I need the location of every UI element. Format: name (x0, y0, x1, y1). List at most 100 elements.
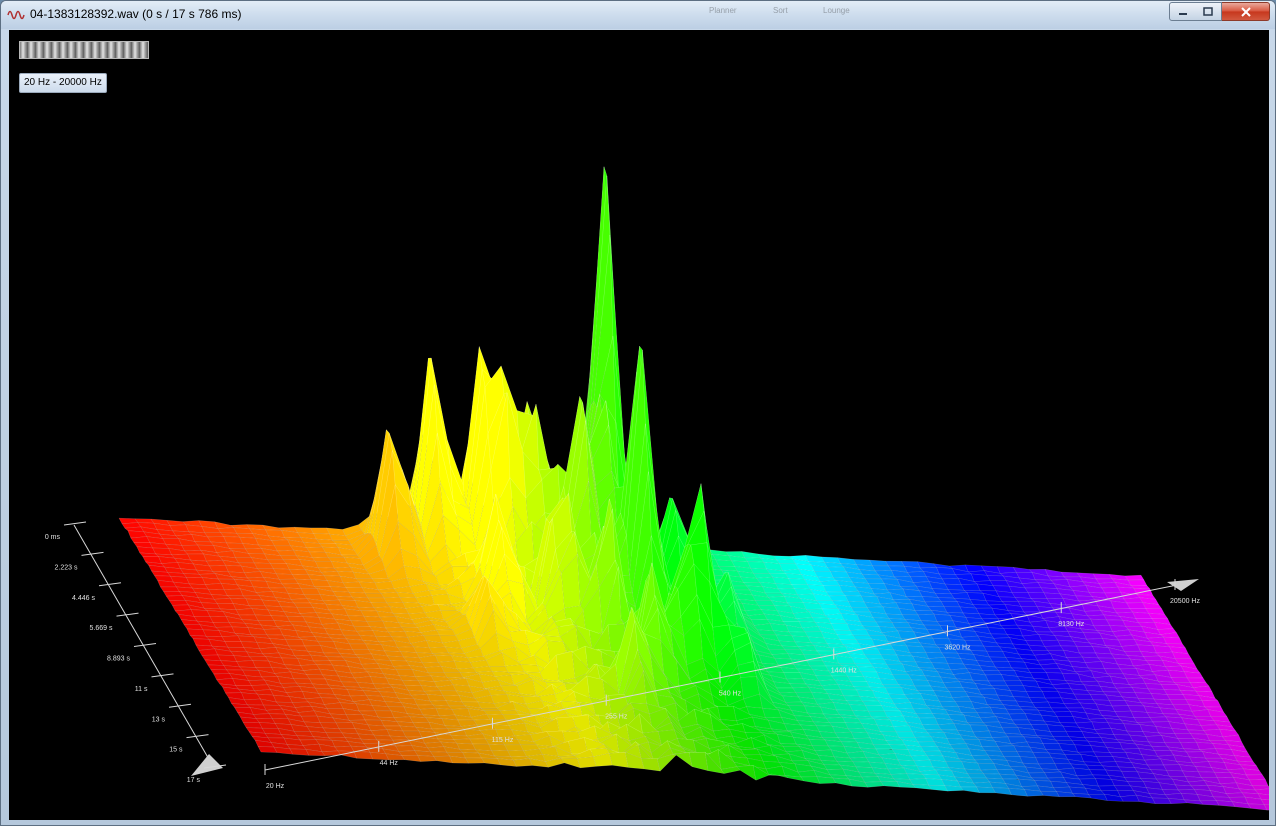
surface-cell (342, 581, 363, 588)
surface-cell (380, 592, 401, 599)
surface-cell (491, 750, 512, 757)
surface-cell (293, 602, 314, 608)
surface-cell (388, 630, 409, 638)
background-toolbar: Planner Sort Lounge (623, 1, 883, 23)
surface-cell (436, 629, 457, 636)
surface-cell (852, 634, 873, 640)
surface-cell (168, 600, 189, 606)
surface-cell (1180, 742, 1200, 750)
surface-cell (1201, 700, 1222, 708)
surface-cell (1049, 730, 1070, 737)
surface-cell (1053, 710, 1074, 717)
surface-cell (1245, 774, 1266, 781)
surface-cell (887, 767, 908, 775)
spectrum-3d-plot[interactable]: 20 Hz 44 Hz 115 Hz 255 Hz 540 Hz 1440 Hz 3620 … (9, 30, 1269, 820)
surface-cell (1087, 793, 1108, 801)
surface-cell (640, 758, 661, 772)
surface-cell (906, 571, 927, 577)
surface-cell (504, 664, 525, 673)
surface-cell (1127, 579, 1148, 586)
close-icon (1240, 6, 1251, 17)
surface-cell (1024, 587, 1045, 594)
surface-cell (429, 646, 449, 654)
surface-cell (235, 557, 255, 564)
frequency-tick-label: 115 Hz (492, 737, 514, 744)
surface-cell (345, 714, 366, 721)
surface-cell (504, 744, 525, 752)
close-button[interactable] (1222, 2, 1270, 21)
time-tick-label: 8.893 s (107, 656, 130, 663)
surface-cell (1017, 600, 1038, 607)
surface-cell (1056, 716, 1077, 724)
time-tick-label: 4.446 s (72, 595, 95, 602)
surface-cell (800, 776, 821, 784)
surface-cell (243, 571, 264, 579)
surface-cell (928, 657, 949, 664)
frequency-axis-arrow (1167, 579, 1199, 591)
background-toolbar-item: Planner (709, 6, 737, 15)
surface-cell (1035, 757, 1056, 765)
surface-cell (912, 707, 933, 714)
surface-cell (1031, 701, 1052, 709)
surface-cell (1020, 606, 1041, 613)
surface-cell (1084, 661, 1105, 669)
window-title: 04-1383128392.wav (0 s / 17 s 786 ms) (30, 7, 242, 21)
surface-cell (740, 748, 761, 756)
surface-cell (1126, 602, 1147, 609)
time-tick (168, 703, 192, 708)
time-tick-label: 15 s (169, 747, 183, 754)
title-bar[interactable]: 04-1383128392.wav (0 s / 17 s 786 ms) Pl… (1, 1, 1275, 29)
surface-cell (224, 641, 245, 648)
surface-cell (1021, 582, 1042, 589)
surface-cell (165, 595, 186, 601)
surface-cell (805, 555, 826, 563)
surface-cell (402, 730, 423, 738)
surface-cell (754, 600, 775, 606)
surface-cell (310, 527, 331, 535)
surface-cell (1163, 636, 1183, 645)
surface-cell (278, 578, 299, 585)
frequency-tick-label: 3620 Hz (944, 644, 971, 651)
surface-cell (1169, 699, 1190, 706)
surface-cell (1248, 779, 1269, 787)
surface-cell (736, 765, 757, 781)
surface-cell (212, 622, 233, 628)
surface-cell (972, 730, 993, 738)
surface-cell (924, 601, 945, 607)
surface-cell (997, 745, 1018, 752)
maximize-button[interactable] (1195, 2, 1222, 21)
minimize-icon (1178, 12, 1187, 15)
surface-cell (245, 548, 265, 555)
surface-cell (271, 539, 291, 547)
time-scrub-bar[interactable] (19, 41, 149, 59)
surface-cell (1144, 758, 1164, 766)
surface-cell (419, 708, 440, 716)
surface-cell (943, 681, 963, 689)
spectrum-window: 04-1383128392.wav (0 s / 17 s 786 ms) Pl… (0, 0, 1276, 826)
surface-cell (785, 701, 806, 707)
surface-cell (513, 758, 533, 767)
surface-cell (443, 672, 464, 678)
background-toolbar-item: Lounge (823, 6, 850, 15)
surface-cell (427, 746, 448, 753)
surface-cell (914, 685, 934, 691)
spectrum-view[interactable]: 20 Hz 44 Hz 115 Hz 255 Hz 540 Hz 1440 Hz 3620 … (9, 30, 1269, 820)
surface-cell (941, 577, 962, 585)
surface-cell (989, 580, 1010, 587)
surface-cell (296, 607, 317, 614)
frequency-range-button[interactable]: 20 Hz - 20000 Hz (19, 73, 107, 93)
time-tick (81, 551, 104, 556)
surface-cell (306, 546, 326, 553)
surface-cell (892, 725, 913, 733)
surface-cell (1225, 792, 1246, 798)
time-tick (133, 643, 157, 647)
surface-cell (223, 588, 244, 597)
surface-cell (352, 649, 373, 655)
minimize-button[interactable] (1169, 2, 1196, 21)
frequency-tick-label: 8130 Hz (1058, 621, 1085, 628)
surface-cell (1111, 705, 1132, 712)
surface-cell (290, 598, 311, 604)
maximize-icon (1203, 7, 1213, 16)
surface-cell (1199, 800, 1220, 806)
surface-cell (311, 557, 332, 562)
